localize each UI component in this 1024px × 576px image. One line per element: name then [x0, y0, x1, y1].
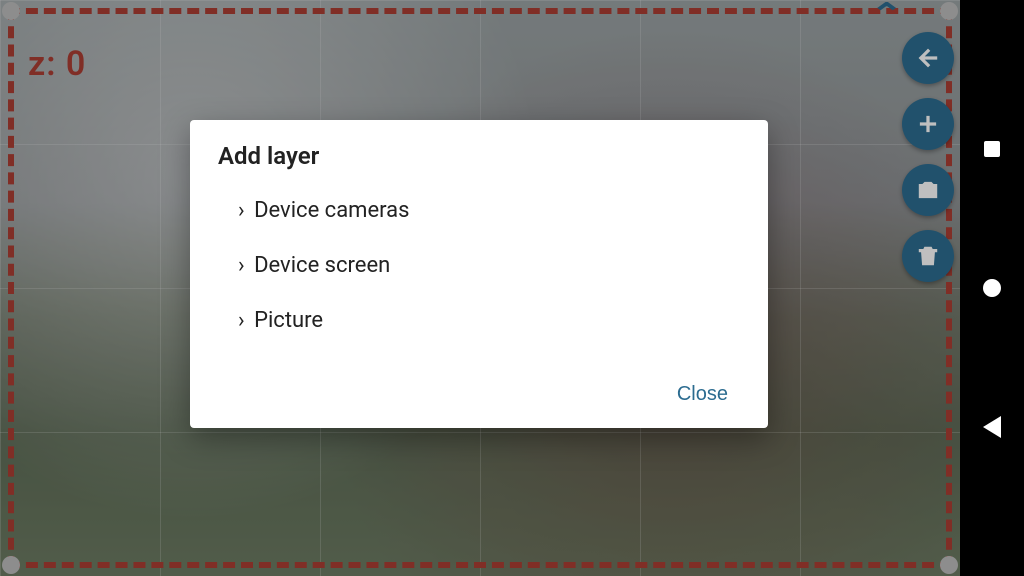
dialog-option-list: Device cameras Device screen Picture — [238, 198, 740, 333]
add-layer-dialog: Add layer Device cameras Device screen P… — [190, 120, 768, 428]
dialog-title: Add layer — [218, 142, 740, 170]
option-picture[interactable]: Picture — [238, 308, 740, 333]
circle-icon — [983, 279, 1001, 297]
nav-home-button[interactable] — [980, 276, 1004, 300]
square-icon — [984, 141, 1000, 157]
device-frame: ⌃ z: 0 Add layer Device cameras Device s… — [0, 0, 1024, 576]
nav-recents-button[interactable] — [980, 137, 1004, 161]
editor-canvas: ⌃ z: 0 Add layer Device cameras Device s… — [0, 0, 960, 576]
option-device-screen[interactable]: Device screen — [238, 253, 740, 278]
nav-back-button[interactable] — [980, 415, 1004, 439]
triangle-back-icon — [983, 416, 1001, 438]
android-nav-bar — [960, 0, 1024, 576]
option-device-cameras[interactable]: Device cameras — [238, 198, 740, 223]
dialog-actions: Close — [218, 375, 740, 414]
close-button[interactable]: Close — [665, 375, 740, 414]
